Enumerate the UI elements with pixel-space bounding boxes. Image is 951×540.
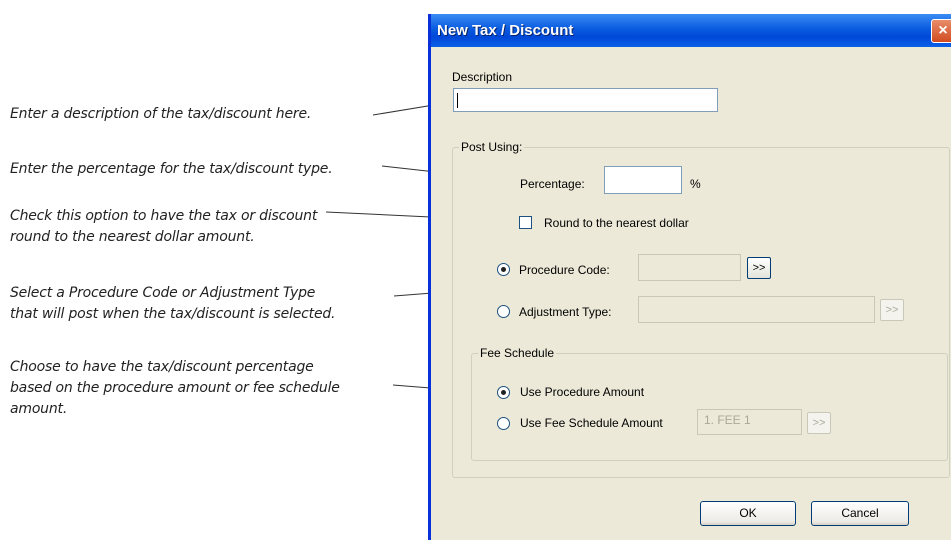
- procedure-code-field[interactable]: [638, 254, 741, 281]
- procedure-code-browse-button[interactable]: >>: [747, 257, 771, 279]
- radio-selected-dot: [501, 267, 506, 272]
- percentage-label: Percentage:: [520, 177, 585, 191]
- fee-schedule-legend: Fee Schedule: [478, 346, 557, 360]
- radio-selected-dot: [501, 390, 506, 395]
- adjustment-type-radio[interactable]: [497, 305, 510, 318]
- percent-sign: %: [690, 177, 701, 191]
- title-bar[interactable]: New Tax / Discount ×: [431, 14, 951, 47]
- dialog-title: New Tax / Discount: [437, 22, 574, 39]
- adjustment-type-label[interactable]: Adjustment Type:: [519, 305, 612, 319]
- close-icon[interactable]: ×: [931, 19, 951, 43]
- adjustment-type-field[interactable]: [638, 296, 875, 323]
- description-input[interactable]: [453, 88, 718, 112]
- use-procedure-amount-label[interactable]: Use Procedure Amount: [520, 385, 644, 399]
- use-fee-schedule-label[interactable]: Use Fee Schedule Amount: [520, 416, 663, 430]
- new-tax-discount-dialog: New Tax / Discount × Description Post Us…: [428, 14, 951, 540]
- round-checkbox[interactable]: [519, 216, 532, 229]
- adjustment-type-browse-button[interactable]: >>: [880, 299, 904, 321]
- round-label[interactable]: Round to the nearest dollar: [544, 216, 689, 230]
- text-cursor: [457, 93, 458, 108]
- percentage-input[interactable]: [604, 166, 682, 194]
- procedure-code-radio[interactable]: [497, 263, 510, 276]
- post-using-legend: Post Using:: [459, 140, 525, 154]
- ok-button[interactable]: OK: [700, 501, 796, 526]
- description-label: Description: [452, 70, 513, 84]
- fee-schedule-browse-button[interactable]: >>: [807, 412, 831, 434]
- cancel-button[interactable]: Cancel: [811, 501, 909, 526]
- use-fee-schedule-radio[interactable]: [497, 417, 510, 430]
- fee-schedule-group: Fee Schedule: [471, 346, 948, 461]
- procedure-code-label[interactable]: Procedure Code:: [519, 263, 610, 277]
- use-procedure-amount-radio[interactable]: [497, 386, 510, 399]
- fee-schedule-field[interactable]: 1. FEE 1: [697, 409, 802, 435]
